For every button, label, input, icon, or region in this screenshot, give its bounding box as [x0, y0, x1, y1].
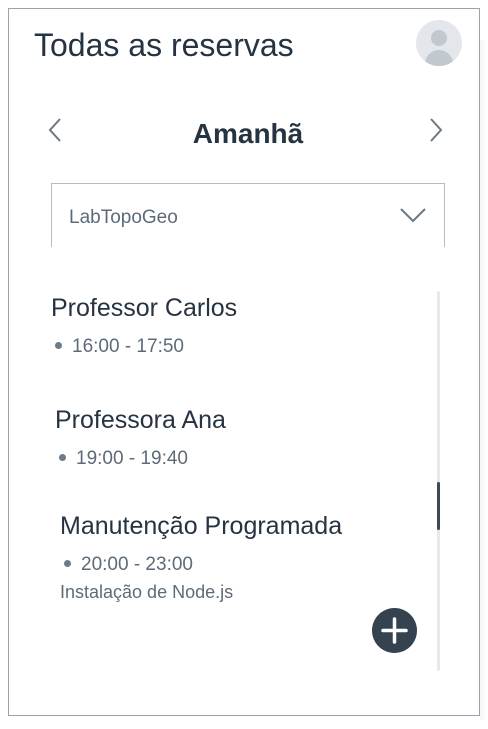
bullet-icon: [59, 454, 66, 461]
bullet-icon: [64, 560, 71, 567]
avatar-head: [431, 30, 447, 46]
plus-icon: [381, 617, 408, 644]
scrollbar-thumb[interactable]: [437, 482, 440, 530]
chevron-right-icon[interactable]: [420, 115, 450, 145]
booking-name: Professora Ana: [55, 406, 226, 434]
chevron-left-icon[interactable]: [41, 115, 71, 145]
booking-name: Professor Carlos: [51, 294, 238, 322]
booking-time: 16:00 - 17:50: [51, 335, 237, 359]
bullet-icon: [55, 342, 62, 349]
booking-time: 20:00 - 23:00: [60, 553, 342, 577]
booking-time: 19:00 - 19:40: [55, 447, 226, 471]
panel-shadow: [480, 40, 488, 720]
booking-note: Instalação de Node.js: [60, 582, 234, 602]
booking-time-text: 19:00 - 19:40: [76, 448, 188, 469]
date-label: Amanhã: [192, 118, 304, 149]
chevron-down-icon: [399, 205, 427, 230]
scrollbar-track[interactable]: [437, 291, 440, 671]
booking-item[interactable]: Professora Ana 19:00 - 19:40: [55, 405, 226, 471]
reservations-panel: Todas as reservas Amanhã LabTopoGeo Prof…: [8, 8, 480, 716]
booking-name: Manutenção Programada: [60, 512, 343, 540]
booking-time-text: 16:00 - 17:50: [72, 336, 184, 357]
user-avatar-icon[interactable]: [416, 20, 462, 66]
booking-item[interactable]: Professor Carlos 16:00 - 17:50: [51, 293, 237, 359]
lab-select[interactable]: LabTopoGeo: [51, 183, 445, 247]
page-title: Todas as reservas: [34, 27, 294, 63]
booking-time-text: 20:00 - 23:00: [81, 554, 193, 575]
lab-select-value: LabTopoGeo: [69, 207, 178, 228]
avatar-body: [425, 50, 453, 66]
add-booking-button[interactable]: [372, 608, 417, 653]
booking-item[interactable]: Manutenção Programada 20:00 - 23:00 Inst…: [60, 511, 342, 603]
